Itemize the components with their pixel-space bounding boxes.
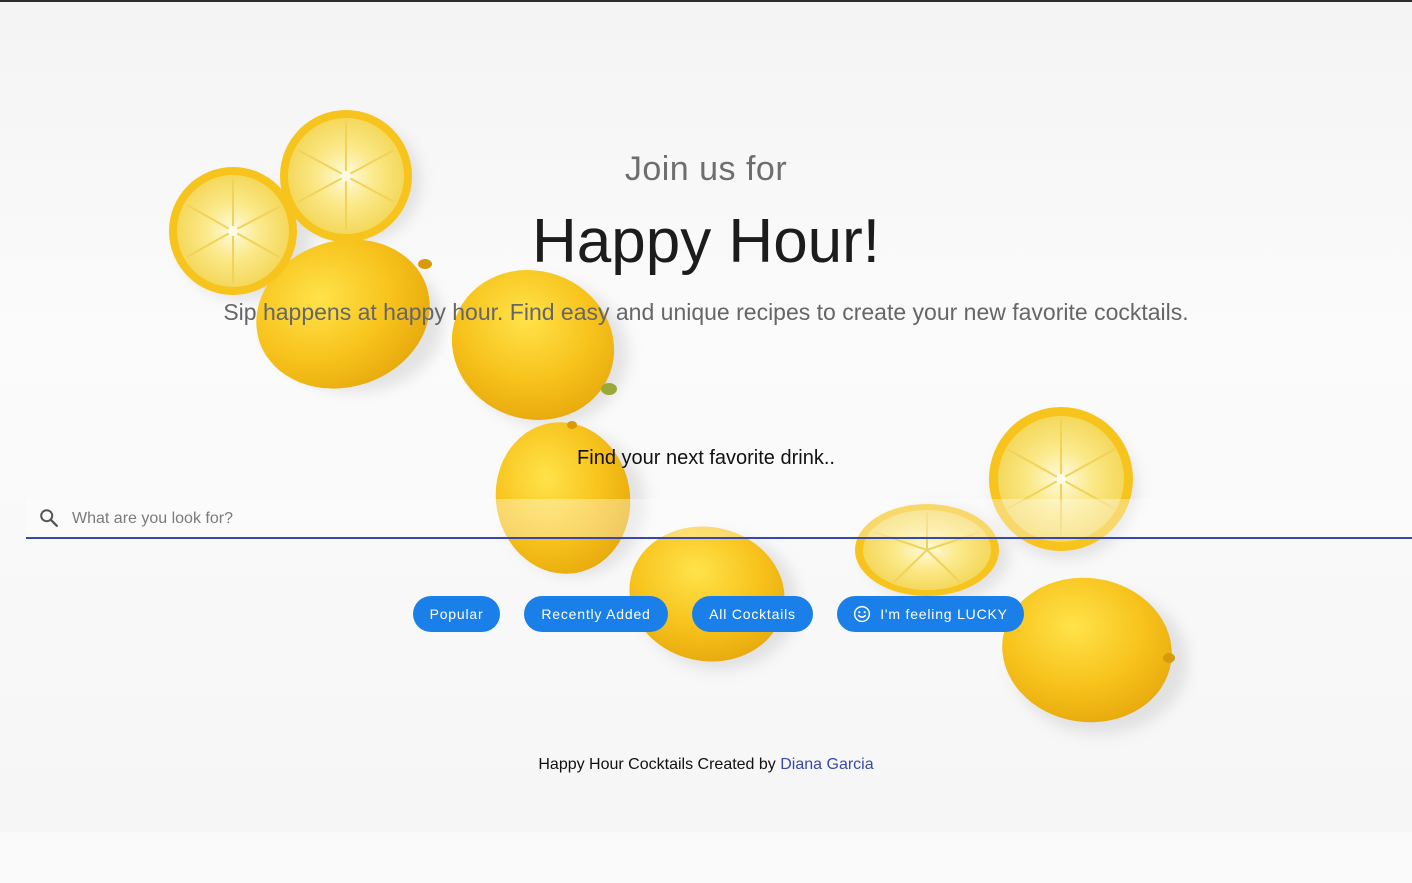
search-bar (26, 499, 1412, 539)
search-label: Find your next favorite drink.. (577, 447, 835, 469)
filter-popular-button[interactable]: Popular (413, 596, 500, 632)
filter-recently-added-button[interactable]: Recently Added (524, 596, 668, 632)
footer-text: Happy Hour Cocktails Created by (538, 756, 781, 773)
filter-popular-label: Popular (429, 606, 484, 622)
filter-all-cocktails-label: All Cocktails (709, 606, 796, 622)
filter-recently-added-label: Recently Added (541, 606, 651, 622)
lemons-background-image (169, 110, 1188, 734)
footer-credit: Happy Hour Cocktails Created by Diana Ga… (0, 756, 1412, 774)
hero-subtitle: Sip happens at happy hour. Find easy and… (223, 299, 1189, 325)
search-input[interactable] (70, 503, 1394, 535)
smile-icon (854, 605, 871, 623)
feeling-lucky-button[interactable]: I'm feeling LUCKY (837, 596, 1024, 632)
search-icon (40, 509, 58, 527)
hero-section: Join us for Happy Hour! Sip happens at h… (0, 2, 1412, 832)
feeling-lucky-label: I'm feeling LUCKY (880, 606, 1008, 622)
author-link[interactable]: Diana Garcia (780, 756, 873, 773)
filter-all-cocktails-button[interactable]: All Cocktails (692, 596, 813, 632)
hero-pre-title: Join us for (624, 150, 788, 188)
page-title: Happy Hour! (531, 207, 881, 276)
